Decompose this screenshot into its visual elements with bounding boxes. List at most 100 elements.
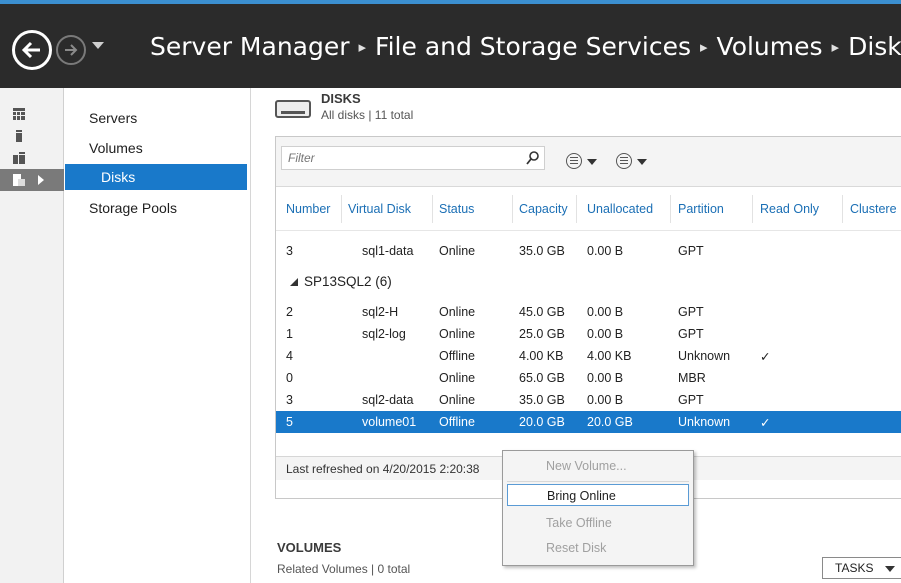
breadcrumb-separator: ▸ bbox=[831, 37, 840, 56]
cell-number: 5 bbox=[286, 415, 293, 429]
list-view-dropdown[interactable] bbox=[587, 159, 597, 165]
nav-panel: Servers Volumes Disks Storage Pools bbox=[65, 88, 251, 583]
column-divider[interactable] bbox=[842, 195, 843, 223]
table-row[interactable]: 4 Offline 4.00 KB 4.00 KB Unknown ✓ bbox=[276, 345, 901, 367]
cell-partition: GPT bbox=[678, 244, 704, 258]
table-row-selected[interactable]: 5 volume01 Offline 20.0 GB 20.0 GB Unkno… bbox=[276, 411, 901, 433]
breadcrumb-disks[interactable]: Disks bbox=[848, 32, 901, 61]
nav-item-volumes[interactable]: Volumes bbox=[65, 135, 247, 161]
cell-read-only: ✓ bbox=[760, 416, 771, 430]
cell-status: Online bbox=[439, 305, 476, 319]
cell-number: 2 bbox=[286, 305, 293, 319]
cell-unallocated: 0.00 B bbox=[587, 305, 624, 319]
cell-capacity: 45.0 GB bbox=[519, 305, 565, 319]
cell-partition: Unknown bbox=[678, 349, 731, 363]
cell-virtual-disk: sql2-H bbox=[362, 305, 399, 319]
file-storage-icon bbox=[13, 174, 25, 186]
save-query-dropdown[interactable] bbox=[637, 159, 647, 165]
nav-item-servers[interactable]: Servers bbox=[65, 105, 247, 131]
forward-arrow-icon bbox=[65, 44, 78, 56]
volumes-title: VOLUMES bbox=[277, 540, 342, 555]
breadcrumb-volumes[interactable]: Volumes bbox=[717, 32, 823, 61]
cell-unallocated: 0.00 B bbox=[587, 244, 624, 258]
breadcrumb: Server Manager ▸ File and Storage Servic… bbox=[150, 32, 901, 61]
rail-item-local-server[interactable] bbox=[0, 125, 64, 147]
dashboard-icon bbox=[13, 108, 25, 120]
local-server-icon bbox=[16, 130, 22, 142]
column-clustered[interactable]: Clustere bbox=[850, 202, 897, 216]
cell-status: Offline bbox=[439, 349, 475, 363]
column-divider[interactable] bbox=[670, 195, 671, 223]
column-virtual-disk[interactable]: Virtual Disk bbox=[348, 202, 411, 216]
disk-icon bbox=[275, 100, 311, 118]
table-row[interactable]: 3 sql1-data Online 35.0 GB 0.00 B GPT bbox=[276, 240, 901, 262]
rail-item-file-storage[interactable] bbox=[0, 169, 64, 191]
cell-capacity: 4.00 KB bbox=[519, 349, 564, 363]
column-divider[interactable] bbox=[512, 195, 513, 223]
table-row[interactable]: 2 sql2-H Online 45.0 GB 0.00 B GPT bbox=[276, 301, 901, 323]
menu-item-new-volume[interactable]: New Volume... bbox=[507, 455, 689, 477]
filter-box bbox=[281, 146, 545, 170]
column-capacity[interactable]: Capacity bbox=[519, 202, 568, 216]
cell-partition: Unknown bbox=[678, 415, 731, 429]
back-button[interactable] bbox=[12, 30, 52, 70]
recent-pages-dropdown[interactable] bbox=[92, 42, 104, 49]
cell-capacity: 35.0 GB bbox=[519, 244, 565, 258]
table-row[interactable]: 3 sql2-data Online 35.0 GB 0.00 B GPT bbox=[276, 389, 901, 411]
context-menu: New Volume... Bring Online Take Offline … bbox=[502, 450, 694, 566]
breadcrumb-server-manager[interactable]: Server Manager bbox=[150, 32, 350, 61]
chevron-down-icon bbox=[885, 566, 895, 572]
save-query-icon[interactable] bbox=[616, 153, 632, 169]
cell-status: Online bbox=[439, 244, 476, 258]
rail-item-dashboard[interactable] bbox=[0, 103, 64, 125]
menu-item-reset-disk[interactable]: Reset Disk bbox=[507, 537, 689, 559]
cell-status: Offline bbox=[439, 415, 475, 429]
cell-unallocated: 4.00 KB bbox=[587, 349, 632, 363]
forward-button[interactable] bbox=[56, 35, 86, 65]
column-read-only[interactable]: Read Only bbox=[760, 202, 819, 216]
cell-partition: GPT bbox=[678, 305, 704, 319]
table-row[interactable]: 0 Online 65.0 GB 0.00 B MBR bbox=[276, 367, 901, 389]
cell-partition: MBR bbox=[678, 371, 706, 385]
nav-item-storage-pools[interactable]: Storage Pools bbox=[65, 195, 247, 221]
cell-capacity: 65.0 GB bbox=[519, 371, 565, 385]
column-status[interactable]: Status bbox=[439, 202, 474, 216]
group-header[interactable]: SP13SQL2 (6) bbox=[276, 271, 901, 293]
cell-read-only: ✓ bbox=[760, 350, 771, 364]
column-unallocated[interactable]: Unallocated bbox=[587, 202, 653, 216]
group-label: SP13SQL2 (6) bbox=[304, 274, 392, 289]
tasks-button[interactable]: TASKS bbox=[822, 557, 901, 579]
title-bar: Server Manager ▸ File and Storage Servic… bbox=[0, 0, 901, 88]
column-partition[interactable]: Partition bbox=[678, 202, 724, 216]
cell-capacity: 35.0 GB bbox=[519, 393, 565, 407]
menu-item-take-offline[interactable]: Take Offline bbox=[507, 512, 689, 534]
back-arrow-icon bbox=[21, 41, 40, 59]
cell-number: 3 bbox=[286, 244, 293, 258]
cell-virtual-disk: sql2-log bbox=[362, 327, 406, 341]
menu-item-bring-online[interactable]: Bring Online bbox=[507, 484, 689, 506]
column-divider[interactable] bbox=[341, 195, 342, 223]
list-view-options-icon[interactable] bbox=[566, 153, 582, 169]
breadcrumb-separator: ▸ bbox=[700, 37, 708, 56]
search-icon[interactable] bbox=[526, 150, 540, 166]
cell-number: 3 bbox=[286, 393, 293, 407]
cell-status: Online bbox=[439, 371, 476, 385]
tasks-label: TASKS bbox=[835, 561, 874, 575]
column-divider[interactable] bbox=[576, 195, 577, 223]
cell-virtual-disk: sql2-data bbox=[362, 393, 414, 407]
table-row[interactable]: 1 sql2-log Online 25.0 GB 0.00 B GPT bbox=[276, 323, 901, 345]
disks-subtitle: All disks | 11 total bbox=[321, 108, 414, 122]
column-divider[interactable] bbox=[752, 195, 753, 223]
all-servers-icon bbox=[13, 152, 25, 164]
breadcrumb-file-storage[interactable]: File and Storage Services bbox=[375, 32, 691, 61]
cell-unallocated: 20.0 GB bbox=[587, 415, 633, 429]
rail-item-all-servers[interactable] bbox=[0, 147, 64, 169]
cell-unallocated: 0.00 B bbox=[587, 393, 624, 407]
cell-unallocated: 0.00 B bbox=[587, 327, 624, 341]
column-number[interactable]: Number bbox=[286, 202, 330, 216]
filter-input[interactable] bbox=[282, 147, 522, 169]
nav-item-disks[interactable]: Disks bbox=[65, 164, 247, 190]
breadcrumb-separator: ▸ bbox=[358, 37, 367, 56]
column-divider[interactable] bbox=[432, 195, 433, 223]
collapse-triangle-icon[interactable] bbox=[290, 278, 298, 286]
